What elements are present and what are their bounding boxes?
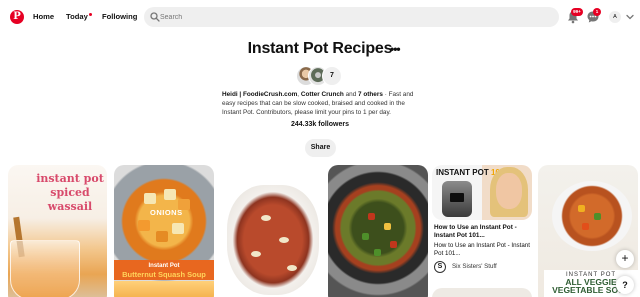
plus-icon[interactable]: + [616, 250, 634, 268]
pin-title-line: instant pot [36, 172, 104, 185]
pin-card[interactable] [328, 165, 428, 297]
squash-piece [172, 223, 184, 234]
notifications-badge: 99+ [571, 8, 583, 16]
messages-badge: 1 [593, 8, 601, 16]
topping [287, 265, 297, 271]
desc-and: and [343, 91, 359, 98]
collaborator-count: 7 [322, 66, 342, 86]
collaborators-more-link[interactable]: 7 others [358, 91, 383, 98]
squash-piece [164, 189, 176, 200]
help-icon[interactable]: ? [616, 276, 634, 294]
pin-card[interactable] [221, 165, 321, 297]
soup-image [114, 281, 214, 297]
nav-following[interactable]: Following [102, 12, 137, 21]
veggie [390, 241, 397, 248]
veggie [368, 213, 375, 220]
board-description: Heidi | FoodieCrush.com, Cotter Crunch a… [222, 90, 422, 117]
pinterest-logo-icon[interactable]: P [10, 10, 24, 24]
user-avatar[interactable]: A [609, 11, 621, 23]
board-title-row: Instant Pot Recipes [0, 40, 640, 62]
pin-card[interactable]: instant pot spiced wassail [8, 165, 107, 297]
pin-brand-prefix: INSTANT POT [436, 168, 491, 177]
pinterest-board-page: P Home Today Following 99+ 1 A Instant P… [0, 0, 640, 297]
pin-subtitle: How to Use an Instant Pot - Instant Pot … [434, 242, 530, 257]
pin-source[interactable]: S Six Sisters' Stuff [434, 261, 532, 273]
source-avatar: S [434, 261, 446, 273]
squash-piece [144, 193, 156, 204]
today-indicator-dot [88, 13, 92, 16]
collaborator-link[interactable]: Cotter Crunch [301, 91, 344, 98]
casserole-dish-image [227, 185, 319, 295]
pin-card[interactable]: INSTANT POT 101 How to Use an Instant Po… [432, 165, 532, 297]
followers-count[interactable]: 244.33k followers [0, 121, 640, 128]
topping [261, 215, 271, 221]
nav-today-label: Today [66, 12, 88, 21]
topping [279, 237, 289, 243]
nav-today[interactable]: Today [66, 12, 92, 21]
veggie [362, 233, 369, 240]
pin-banner-bottom: Butternut Squash Soup [122, 270, 206, 279]
squash-piece [138, 220, 150, 231]
collaborator-link[interactable]: Heidi | FoodieCrush.com [222, 91, 297, 98]
search-input[interactable] [160, 10, 540, 24]
veggie [384, 223, 391, 230]
search-bar[interactable] [144, 7, 559, 27]
pin-title[interactable]: How to Use an Instant Pot - Instant Pot … [434, 224, 532, 240]
pin-card[interactable]: ONIONS Instant Pot Butternut Squash Soup [114, 165, 214, 297]
person-face [496, 173, 522, 209]
next-pin-thumb[interactable] [432, 288, 532, 297]
nav-home[interactable]: Home [33, 12, 54, 21]
pin-image-label: ONIONS [150, 208, 183, 217]
ellipsis-icon[interactable]: ••• [390, 42, 401, 56]
topping [251, 251, 261, 257]
pin-title-line: wassail [47, 200, 93, 213]
soup-bowl-image [552, 181, 632, 251]
veggie [594, 213, 601, 220]
collaborator-avatars[interactable]: 7 [296, 66, 346, 88]
top-nav: P Home Today Following 99+ 1 A [0, 0, 640, 34]
chevron-down-icon[interactable] [626, 14, 634, 20]
instant-pot-image [442, 181, 472, 217]
squash-piece [156, 231, 168, 242]
search-icon [150, 12, 160, 22]
veggie [578, 205, 585, 212]
board-title: Instant Pot Recipes [247, 40, 393, 57]
pin-image: INSTANT POT 101 [432, 165, 532, 220]
drink-mug-image [10, 240, 80, 297]
source-name: Six Sisters' Stuff [452, 263, 497, 270]
veggie [582, 223, 589, 230]
veggie [374, 249, 381, 256]
pin-title-line: spiced [50, 186, 90, 199]
share-button[interactable]: Share [305, 139, 336, 157]
